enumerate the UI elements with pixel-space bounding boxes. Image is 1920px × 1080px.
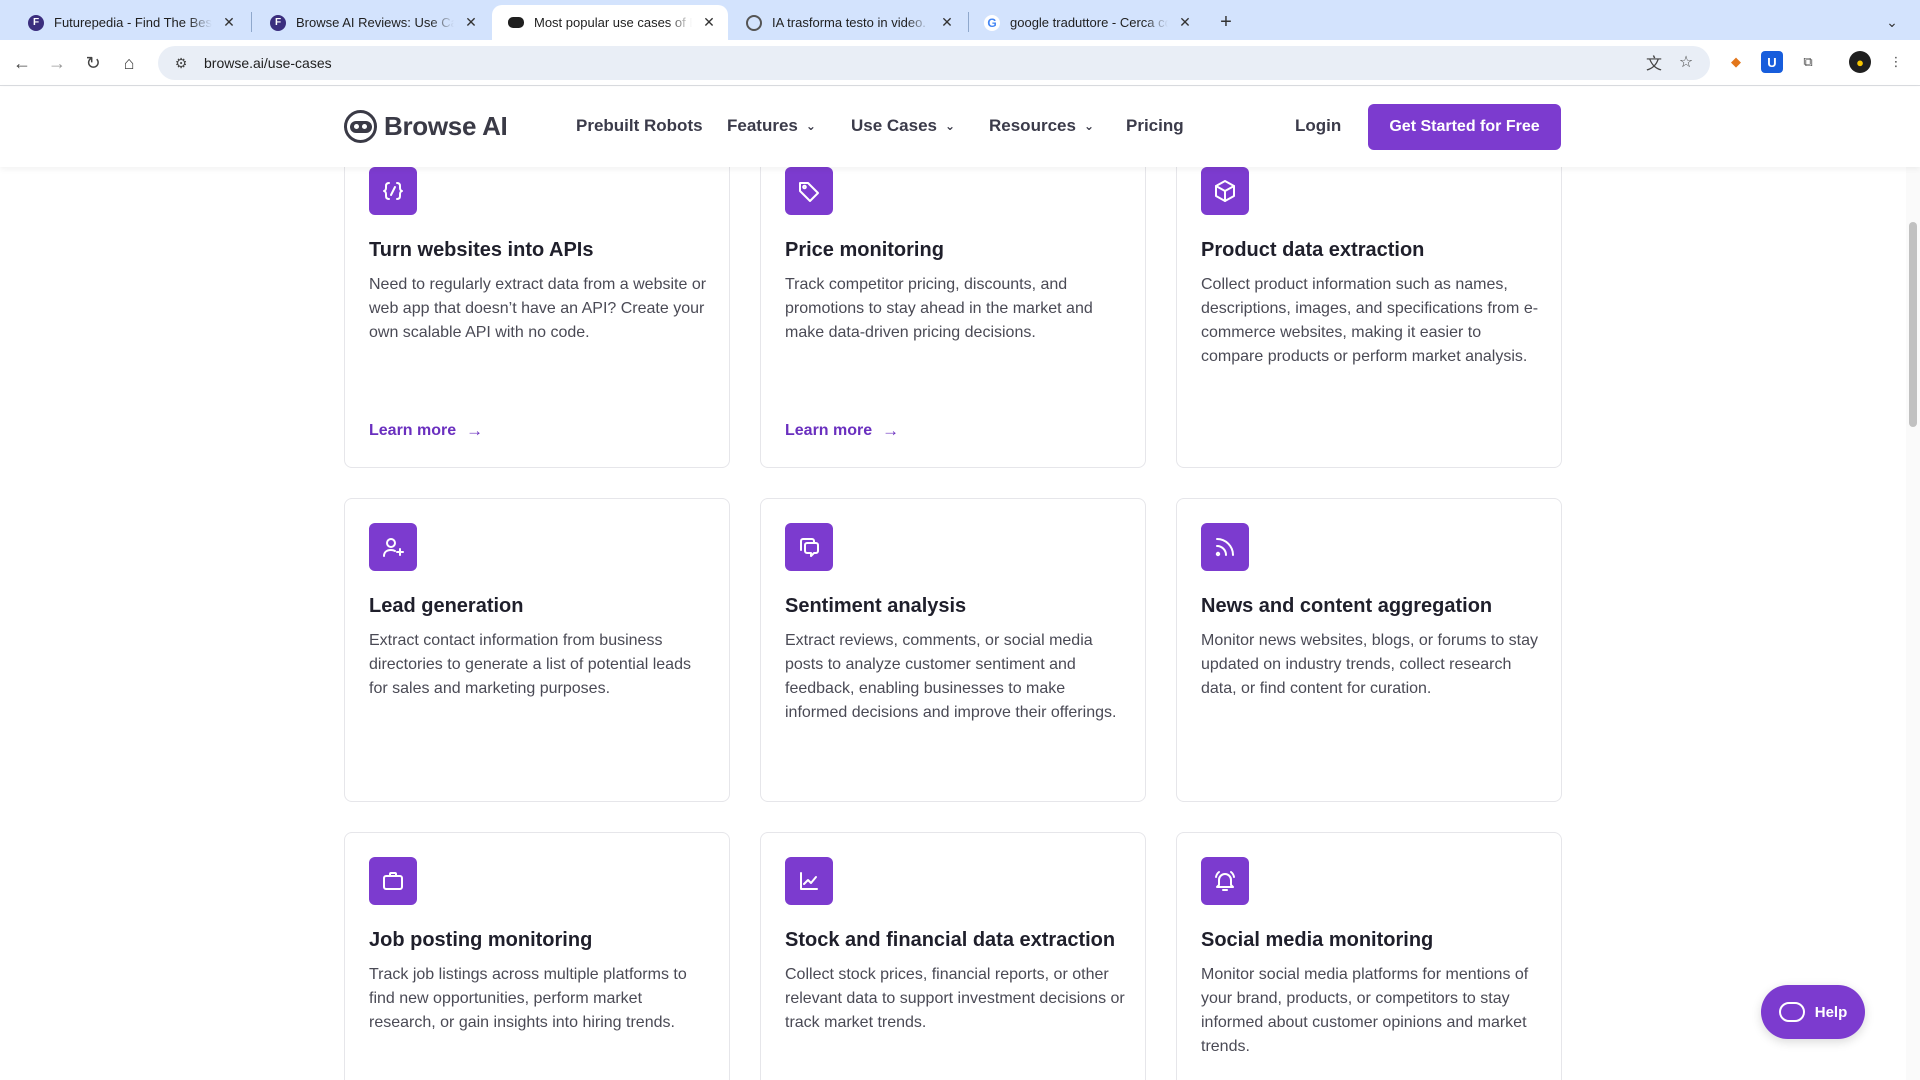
rss-feed-icon: [1201, 523, 1249, 571]
chevron-down-icon: ⌄: [945, 119, 956, 133]
nav-label: Prebuilt Robots: [576, 116, 703, 135]
code-brackets-icon: [369, 167, 417, 215]
browse-ai-logo[interactable]: Browse AI: [344, 110, 508, 143]
learn-more-link[interactable]: Learn more →: [369, 421, 483, 441]
card-title: Product data extraction: [1201, 239, 1425, 261]
card-description: Need to regularly extract data from a we…: [369, 276, 707, 341]
nav-label: Resources: [989, 116, 1076, 135]
chevron-down-icon: ⌄: [1083, 119, 1094, 133]
learn-more-label: Learn more: [785, 422, 873, 439]
chevron-down-icon: ⌄: [805, 119, 816, 133]
user-plus-icon: [369, 523, 417, 571]
logo-text: Browse AI: [384, 111, 508, 141]
card-description: Monitor news websites, blogs, or forums …: [1201, 632, 1539, 697]
use-case-card-apis[interactable]: Turn websites into APIs Need to regularl…: [344, 142, 730, 468]
nav-features[interactable]: Features ⌄: [727, 116, 816, 136]
chart-trend-icon: [785, 857, 833, 905]
card-description: Collect product information such as name…: [1201, 276, 1539, 365]
card-description: Collect stock prices, financial reports,…: [785, 966, 1125, 1031]
card-description: Extract contact information from busines…: [369, 632, 691, 697]
help-label: Help: [1814, 1003, 1848, 1021]
robot-logo-icon: [344, 110, 377, 143]
arrow-right-icon: →: [882, 421, 900, 440]
use-case-card-lead-generation[interactable]: Lead generation Extract contact informat…: [344, 498, 730, 802]
nav-resources[interactable]: Resources ⌄: [989, 116, 1094, 136]
use-case-card-sentiment-analysis[interactable]: Sentiment analysis Extract reviews, comm…: [760, 498, 1146, 802]
site-header: Browse AI Prebuilt Robots Features ⌄ Use…: [0, 87, 1920, 167]
card-title: Job posting monitoring: [369, 929, 593, 951]
card-title: Stock and financial data extraction: [785, 929, 1116, 951]
card-title: Price monitoring: [785, 239, 944, 261]
use-case-card-price-monitoring[interactable]: Price monitoring Track competitor pricin…: [760, 142, 1146, 468]
arrow-right-icon: →: [466, 421, 484, 440]
nav-label: Features: [727, 116, 798, 135]
nav-label: Pricing: [1126, 116, 1184, 135]
nav-pricing[interactable]: Pricing: [1126, 116, 1184, 136]
bell-ringing-icon: [1201, 857, 1249, 905]
card-description: Monitor social media platforms for menti…: [1201, 966, 1529, 1055]
help-button[interactable]: Help: [1761, 985, 1865, 1039]
learn-more-link[interactable]: Learn more →: [785, 421, 899, 441]
get-started-button[interactable]: Get Started for Free: [1368, 104, 1561, 150]
card-title: Social media monitoring: [1201, 929, 1434, 951]
learn-more-label: Learn more: [369, 422, 457, 439]
card-title: News and content aggregation: [1201, 595, 1493, 617]
use-case-card-social-media[interactable]: Social media monitoring Monitor social m…: [1176, 832, 1562, 1080]
card-title: Turn websites into APIs: [369, 239, 594, 261]
card-description: Track job listings across multiple platf…: [369, 966, 687, 1031]
card-description: Track competitor pricing, discounts, and…: [785, 276, 1093, 341]
use-case-card-product-data[interactable]: Product data extraction Collect product …: [1176, 142, 1562, 468]
nav-label: Use Cases: [851, 116, 938, 135]
price-tag-icon: [785, 167, 833, 215]
cube-icon: [1201, 167, 1249, 215]
card-title: Lead generation: [369, 595, 524, 617]
use-case-card-job-posting[interactable]: Job posting monitoring Track job listing…: [344, 832, 730, 1080]
page-scrollbar-thumb[interactable]: [1909, 222, 1917, 427]
briefcase-icon: [369, 857, 417, 905]
chat-help-icon: [1778, 1002, 1805, 1022]
card-description: Extract reviews, comments, or social med…: [785, 632, 1117, 721]
chat-bubbles-icon: [785, 523, 833, 571]
card-title: Sentiment analysis: [785, 595, 967, 617]
nav-use-cases[interactable]: Use Cases ⌄: [851, 116, 955, 136]
login-link[interactable]: Login: [1295, 116, 1341, 136]
nav-prebuilt-robots[interactable]: Prebuilt Robots: [576, 116, 703, 136]
use-case-card-news-aggregation[interactable]: News and content aggregation Monitor new…: [1176, 498, 1562, 802]
use-case-card-stock-financial[interactable]: Stock and financial data extraction Coll…: [760, 832, 1146, 1080]
